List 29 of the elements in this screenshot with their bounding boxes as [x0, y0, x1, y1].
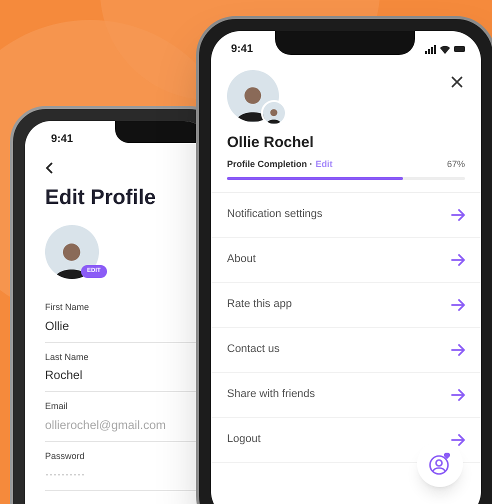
menu-item[interactable]: Rate this app [211, 282, 481, 328]
field-value: ollierochel@gmail.com [45, 416, 166, 434]
status-icons [425, 44, 465, 54]
status-time: 9:41 [231, 42, 254, 57]
menu-item[interactable]: Notification settings [211, 192, 481, 238]
page-title: Edit Profile [45, 184, 156, 210]
arrow-right-icon [451, 298, 465, 310]
menu-item[interactable]: About [211, 238, 481, 282]
field-value: ·········· [45, 466, 85, 483]
field-label: Email [45, 400, 68, 413]
arrow-right-icon [451, 208, 465, 220]
field-value: Ollie [45, 318, 70, 334]
status-time: 9:41 [51, 132, 74, 147]
avatar-photo [45, 225, 99, 279]
field-label: First Name [45, 301, 90, 314]
completion-percent: 67% [446, 158, 465, 171]
menu-item[interactable]: Contact us [211, 328, 481, 372]
menu-item[interactable]: Share with friends [211, 372, 481, 418]
arrow-right-icon [451, 254, 465, 266]
field-label: Last Name [45, 350, 89, 364]
arrow-right-icon [451, 388, 465, 400]
back-icon[interactable] [45, 162, 53, 174]
field-label: Password [45, 450, 85, 462]
close-icon[interactable] [451, 76, 463, 88]
completion-label: Profile Completion · [227, 158, 312, 171]
arrow-right-icon [451, 434, 465, 446]
field-value: Rochel [45, 367, 82, 384]
profile-name: Ollie Rochel [227, 132, 314, 152]
arrow-right-icon [451, 344, 465, 356]
